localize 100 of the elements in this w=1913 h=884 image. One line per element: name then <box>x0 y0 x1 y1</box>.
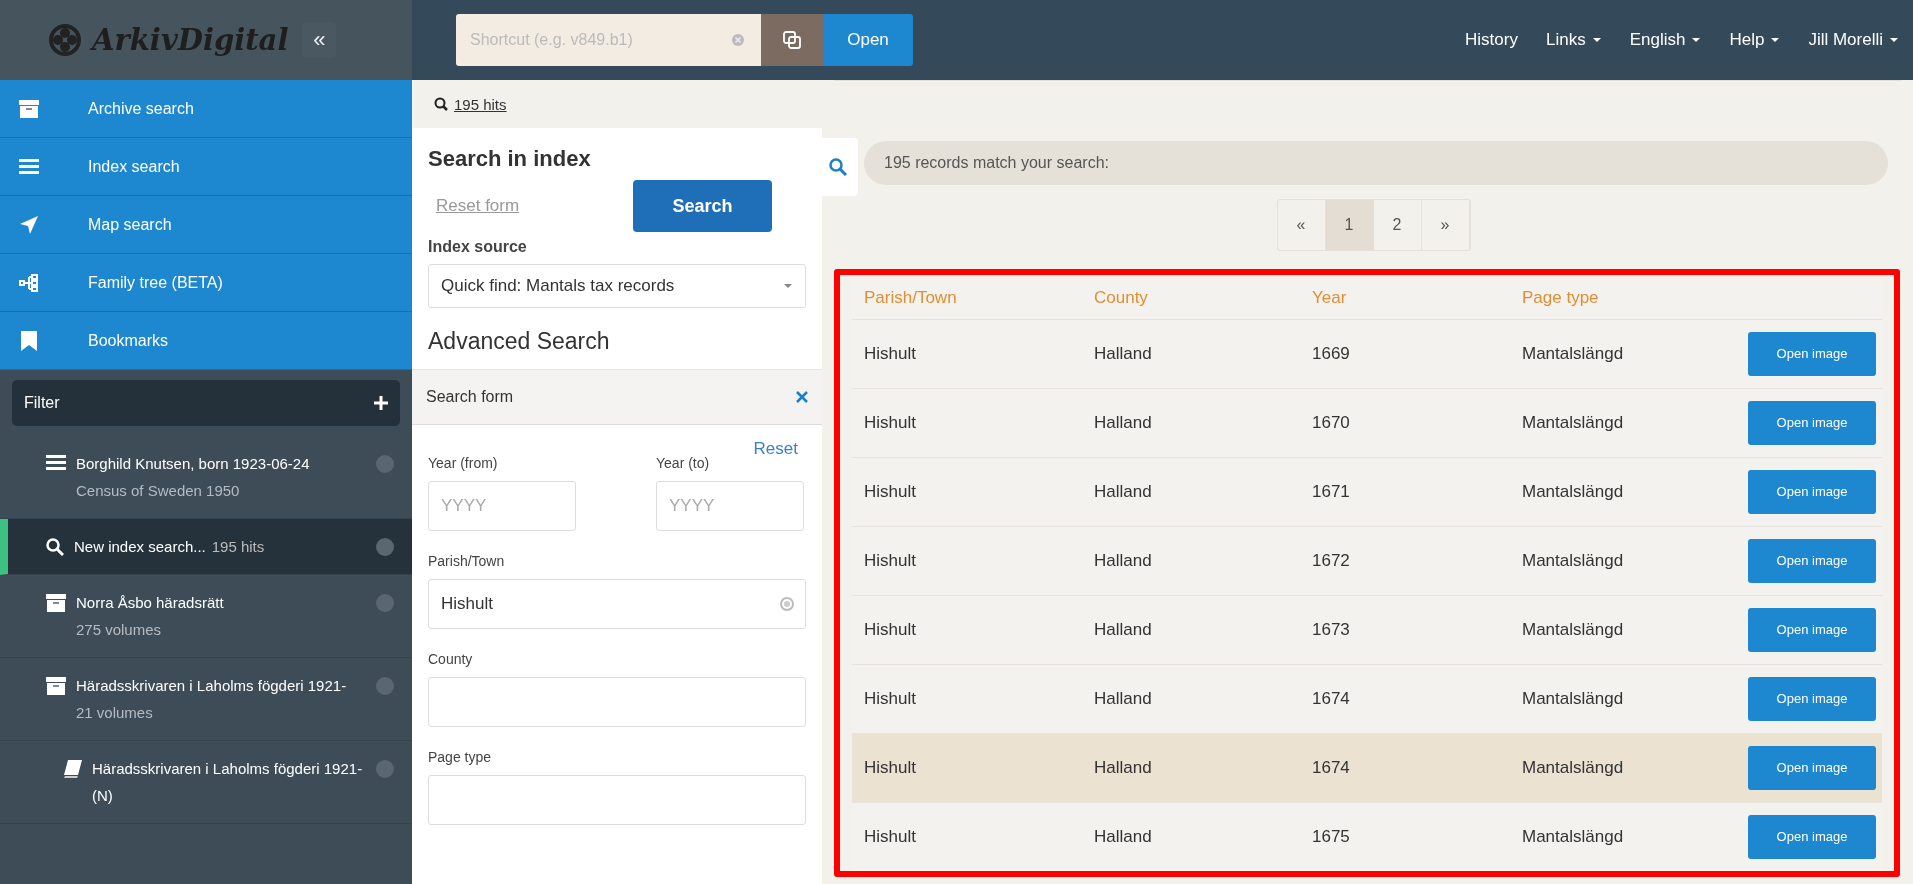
column-header: Year <box>1312 287 1347 307</box>
input-field[interactable]: YYYY <box>428 481 576 531</box>
search-icon <box>829 158 847 176</box>
page-link[interactable]: 1 <box>1325 200 1374 250</box>
open-image-button[interactable]: Open image <box>1748 745 1876 790</box>
plus-icon <box>374 396 388 410</box>
open-button[interactable]: Open <box>823 14 913 66</box>
hits-link[interactable]: 195 hits <box>454 95 507 113</box>
bookmark-subtitle: 21 volumes <box>76 703 154 723</box>
table-cell: Mantalslängd <box>1522 550 1624 570</box>
remove-button[interactable] <box>376 760 394 778</box>
table-cell: Hishult <box>864 826 916 846</box>
menu-link[interactable]: Jill Morelli <box>1808 30 1899 50</box>
input-field[interactable]: YYYY <box>656 481 804 531</box>
bookmark-item[interactable]: Häradsskrivaren i Laholms fögderi 1921- (N) <box>0 741 412 824</box>
table-cell: Hishult <box>864 688 916 708</box>
column-header: Parish/Town <box>864 287 957 307</box>
open-image-button[interactable]: Open image <box>1748 331 1876 376</box>
open-image-button[interactable]: Open image <box>1748 469 1876 514</box>
open-image-button[interactable]: Open image <box>1748 538 1876 583</box>
filter-label: Filter <box>24 394 60 412</box>
section-title: Advanced Search <box>428 328 611 355</box>
list-icon <box>46 455 66 471</box>
open-image-button[interactable]: Open image <box>1748 814 1876 859</box>
table-cell: 1672 <box>1312 550 1350 570</box>
copy-button[interactable] <box>761 14 823 66</box>
menu-link[interactable]: Help <box>1729 30 1781 50</box>
table-cell: Hishult <box>864 412 916 432</box>
menu-link[interactable]: History <box>1465 30 1518 50</box>
input-field[interactable]: Hishult <box>428 579 806 629</box>
bookmark-title: Norra Åsbo häradsrätt <box>76 593 225 613</box>
bookmark-item[interactable]: Norra Åsbo häradsrätt 275 volumes <box>0 575 412 658</box>
reset-link[interactable]: Reset <box>753 439 798 459</box>
archive-box-icon <box>16 99 42 118</box>
close-button[interactable] <box>796 391 808 403</box>
remove-button[interactable] <box>376 594 394 612</box>
table-cell: Halland <box>1094 688 1152 708</box>
table-cell: 1671 <box>1312 481 1350 501</box>
copy-icon <box>783 31 801 49</box>
remove-button[interactable] <box>376 455 394 473</box>
bookmark-subtitle: Census of Sweden 1950 <box>76 481 241 501</box>
column-header: Page type <box>1522 287 1599 307</box>
page-link[interactable]: » <box>1421 200 1470 250</box>
table-cell: 1674 <box>1312 757 1350 777</box>
table-cell: Halland <box>1094 757 1152 777</box>
caret-icon <box>783 283 793 289</box>
hit-count: 195 hits <box>211 538 265 555</box>
bookmark-subtitle: 275 volumes <box>76 620 163 640</box>
nav-item[interactable]: Index search <box>0 138 412 196</box>
table-cell: 1670 <box>1312 412 1350 432</box>
field-label: Year (to) <box>656 455 711 471</box>
collapse-button[interactable]: « <box>302 22 337 58</box>
field-label: County <box>428 651 474 667</box>
bookmark-title: Borghild Knutsen, born 1923-06-24 <box>76 454 311 474</box>
remove-button[interactable] <box>376 538 394 556</box>
open-image-button[interactable]: Open image <box>1748 676 1876 721</box>
table-cell: Mantalslängd <box>1522 688 1624 708</box>
nav-item[interactable]: Archive search <box>0 80 412 138</box>
menu-link[interactable]: Links <box>1545 30 1602 50</box>
bookmark-item[interactable]: New index search... 195 hits <box>0 519 412 575</box>
caret-icon <box>1691 37 1702 43</box>
remove-button[interactable] <box>376 677 394 695</box>
menu-link[interactable]: English <box>1629 30 1702 50</box>
field-label: Year (from) <box>428 455 499 471</box>
field-label: Index source <box>428 238 528 256</box>
table-cell: Mantalslängd <box>1522 343 1624 363</box>
page-link[interactable]: « <box>1277 200 1326 250</box>
nav-item[interactable]: Bookmarks <box>0 312 412 370</box>
nav-item[interactable]: Map search <box>0 196 412 254</box>
archive-box-icon <box>46 677 66 695</box>
book-icon <box>64 760 82 778</box>
bookmark-title: New index search... <box>74 538 206 555</box>
table-cell: Halland <box>1094 550 1152 570</box>
results-summary: 195 records match your search: <box>864 141 1888 185</box>
table-cell: Halland <box>1094 619 1152 639</box>
bookmark-item[interactable]: Häradsskrivaren i Laholms fögderi 1921- 21 volumes <box>0 658 412 741</box>
table-cell: Hishult <box>864 619 916 639</box>
index-source-dropdown[interactable]: Quick find: Mantals tax records <box>428 264 806 308</box>
table-cell: 1669 <box>1312 343 1350 363</box>
clear-icon <box>780 597 794 611</box>
table-cell: Hishult <box>864 343 916 363</box>
nav-item[interactable]: Family tree (BETA) <box>0 254 412 312</box>
table-cell: Halland <box>1094 412 1152 432</box>
table-cell: Halland <box>1094 481 1152 501</box>
input-field[interactable] <box>428 775 806 825</box>
clover-logo-icon <box>48 23 82 57</box>
panel-title: Search in index <box>428 146 592 172</box>
add-button[interactable] <box>374 396 388 410</box>
table-cell: 1675 <box>1312 826 1350 846</box>
search-button[interactable]: Search <box>633 180 772 232</box>
open-image-button[interactable]: Open image <box>1748 400 1876 445</box>
open-image-button[interactable]: Open image <box>1748 607 1876 652</box>
input-field[interactable] <box>428 677 806 727</box>
table-cell: Mantalslängd <box>1522 826 1624 846</box>
table-cell: Hishult <box>864 481 916 501</box>
field-label: Parish/Town <box>428 553 506 569</box>
table-cell: Halland <box>1094 826 1152 846</box>
close-icon <box>796 391 808 403</box>
column-header: County <box>1094 287 1148 307</box>
page-link[interactable]: 2 <box>1373 200 1422 250</box>
